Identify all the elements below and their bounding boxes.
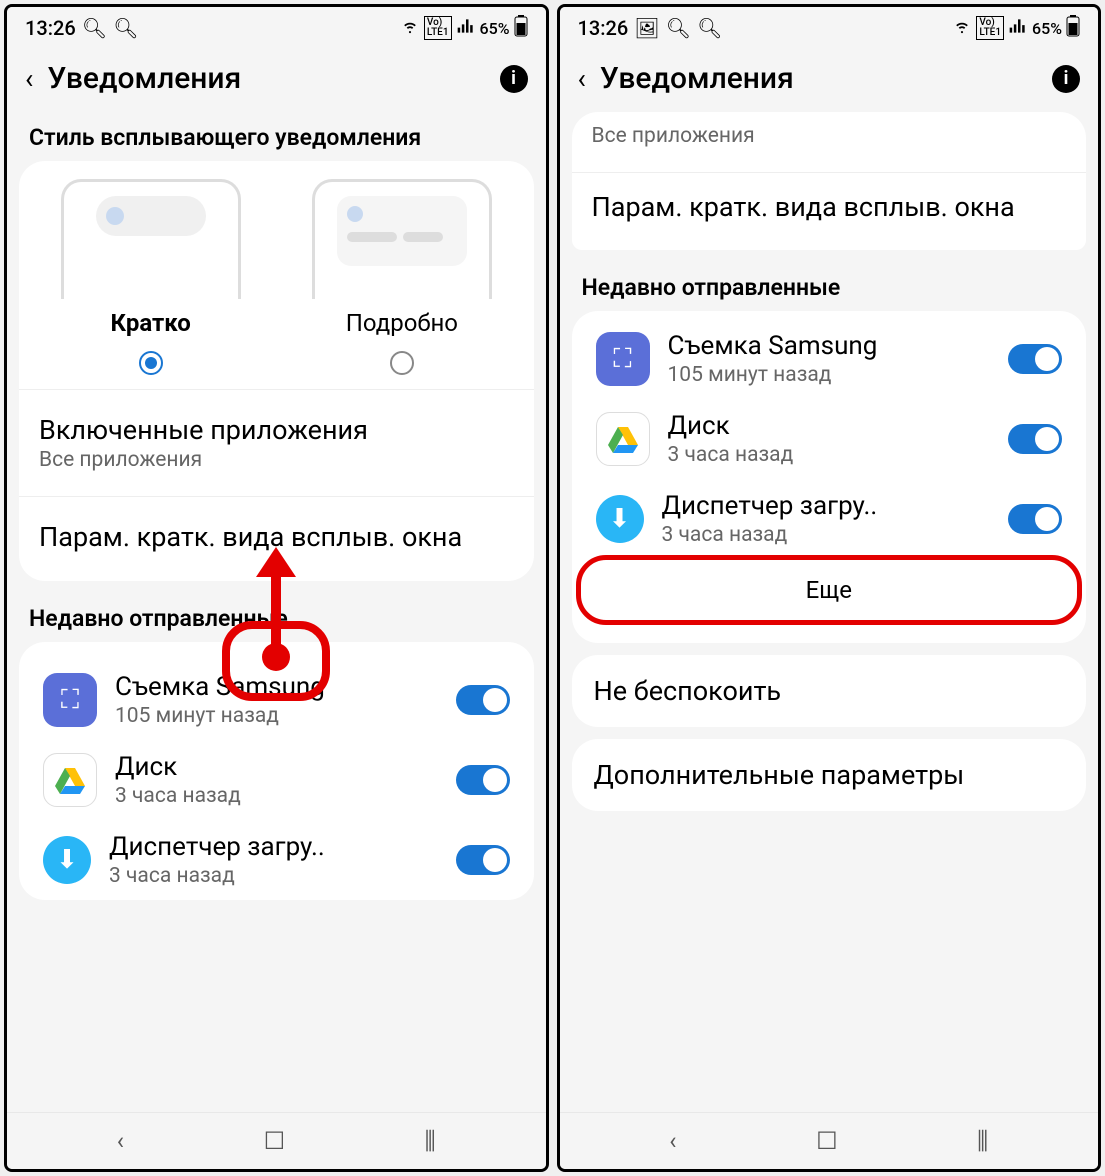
included-apps-row[interactable]: Включенные приложения Все приложения bbox=[35, 404, 518, 482]
volte-icon: Vo)LTE1 bbox=[976, 16, 1004, 40]
style-option-detail[interactable]: Подробно bbox=[286, 179, 517, 375]
gallery-icon: 🖼︎ bbox=[634, 16, 659, 40]
search-icon-1: 🔍︎ bbox=[666, 16, 691, 40]
app-row-drive[interactable]: Диск 3 часа назад bbox=[588, 399, 1071, 479]
brief-params-row[interactable]: Парам. кратк. вида всплыв. окна bbox=[35, 511, 518, 563]
phone-right: 13:26 🖼︎ 🔍︎ 🔍︎ Vo)LTE1 65% ‹ Уведомления… bbox=[557, 4, 1102, 1172]
volte-icon: Vo)LTE1 bbox=[424, 16, 452, 40]
battery-icon bbox=[514, 15, 528, 41]
app-row-samsung[interactable]: ⛶ Съемка Samsung 105 минут назад bbox=[588, 319, 1071, 399]
toggle-drive[interactable] bbox=[456, 765, 510, 795]
app-icon-drive bbox=[596, 412, 650, 466]
toggle-download[interactable] bbox=[1008, 504, 1062, 534]
style-label-detail: Подробно bbox=[346, 309, 458, 337]
header: ‹ Уведомления i bbox=[560, 45, 1099, 112]
app-icon-samsung: ⛶ bbox=[596, 332, 650, 386]
toggle-samsung[interactable] bbox=[1008, 344, 1062, 374]
back-button[interactable]: ‹ bbox=[25, 62, 33, 95]
more-button[interactable]: Еще bbox=[581, 560, 1078, 620]
status-time: 13:26 bbox=[25, 16, 76, 40]
battery-text: 65% bbox=[1032, 19, 1062, 38]
wifi-icon bbox=[400, 16, 420, 40]
nav-home[interactable]: ☐ bbox=[264, 1127, 286, 1155]
app-icon-download: ⬇ bbox=[43, 836, 91, 884]
app-row-download[interactable]: ⬇ Диспетчер загру.. 3 часа назад bbox=[588, 479, 1071, 559]
signal-icon bbox=[456, 16, 476, 40]
page-title: Уведомления bbox=[47, 61, 499, 96]
recent-apps-card: ⛶ Съемка Samsung 105 минут назад Диск 3 … bbox=[19, 642, 534, 900]
phone-left: 13:26 🔍︎ 🔍︎ Vo)LTE1 65% ‹ Уведомления i … bbox=[4, 4, 549, 1172]
nav-back[interactable]: ‹ bbox=[669, 1127, 676, 1155]
section-popup-style: Стиль всплывающего уведомления bbox=[19, 112, 534, 161]
nav-recent[interactable]: ⫼ bbox=[425, 1127, 436, 1155]
battery-text: 65% bbox=[480, 19, 510, 38]
popup-style-card: Кратко Подробно Включенные приложения Вс… bbox=[19, 161, 534, 581]
included-card-peek: Все приложения Парам. кратк. вида всплыв… bbox=[572, 112, 1087, 241]
nav-home[interactable]: ☐ bbox=[816, 1127, 838, 1155]
app-icon-samsung: ⛶ bbox=[43, 673, 97, 727]
advanced-card[interactable]: Дополнительные параметры bbox=[572, 739, 1087, 811]
toggle-drive[interactable] bbox=[1008, 424, 1062, 454]
search-icon-2: 🔍︎ bbox=[697, 16, 722, 40]
info-icon[interactable]: i bbox=[500, 65, 528, 93]
brief-params-row[interactable]: Парам. кратк. вида всплыв. окна bbox=[588, 173, 1071, 241]
app-icon-download: ⬇ bbox=[596, 495, 644, 543]
app-row-drive[interactable]: Диск 3 часа назад bbox=[35, 740, 518, 820]
style-option-brief[interactable]: Кратко bbox=[35, 179, 266, 375]
signal-icon bbox=[1008, 16, 1028, 40]
nav-back[interactable]: ‹ bbox=[117, 1127, 124, 1155]
nav-recent[interactable]: ⫼ bbox=[977, 1127, 988, 1155]
section-recent: Недавно отправленные bbox=[572, 262, 1087, 311]
recent-apps-card: ⛶ Съемка Samsung 105 минут назад Диск 3 … bbox=[572, 311, 1087, 643]
toggle-samsung[interactable] bbox=[456, 685, 510, 715]
style-label-brief: Кратко bbox=[110, 309, 190, 337]
wifi-icon bbox=[952, 16, 972, 40]
nav-bar: ‹ ☐ ⫼ bbox=[560, 1112, 1099, 1169]
section-recent: Недавно отправленные bbox=[19, 593, 534, 642]
header: ‹ Уведомления i bbox=[7, 45, 546, 112]
radio-brief[interactable] bbox=[139, 351, 163, 375]
status-bar: 13:26 🔍︎ 🔍︎ Vo)LTE1 65% bbox=[7, 7, 546, 45]
app-icon-drive bbox=[43, 753, 97, 807]
back-button[interactable]: ‹ bbox=[578, 62, 586, 95]
status-time: 13:26 bbox=[578, 16, 629, 40]
battery-icon bbox=[1066, 15, 1080, 41]
all-apps-sub: Все приложения bbox=[588, 124, 1071, 158]
info-icon[interactable]: i bbox=[1052, 65, 1080, 93]
app-row-download[interactable]: ⬇ Диспетчер загру.. 3 часа назад bbox=[35, 820, 518, 900]
dnd-card[interactable]: Не беспокоить bbox=[572, 655, 1087, 727]
toggle-download[interactable] bbox=[456, 845, 510, 875]
more-highlight-annotation: Еще bbox=[576, 555, 1083, 625]
search-icon-1: 🔍︎ bbox=[82, 16, 107, 40]
status-bar: 13:26 🖼︎ 🔍︎ 🔍︎ Vo)LTE1 65% bbox=[560, 7, 1099, 45]
radio-detail[interactable] bbox=[390, 351, 414, 375]
search-icon-2: 🔍︎ bbox=[113, 16, 138, 40]
app-row-samsung[interactable]: ⛶ Съемка Samsung 105 минут назад bbox=[35, 660, 518, 740]
page-title: Уведомления bbox=[600, 61, 1052, 96]
nav-bar: ‹ ☐ ⫼ bbox=[7, 1112, 546, 1169]
